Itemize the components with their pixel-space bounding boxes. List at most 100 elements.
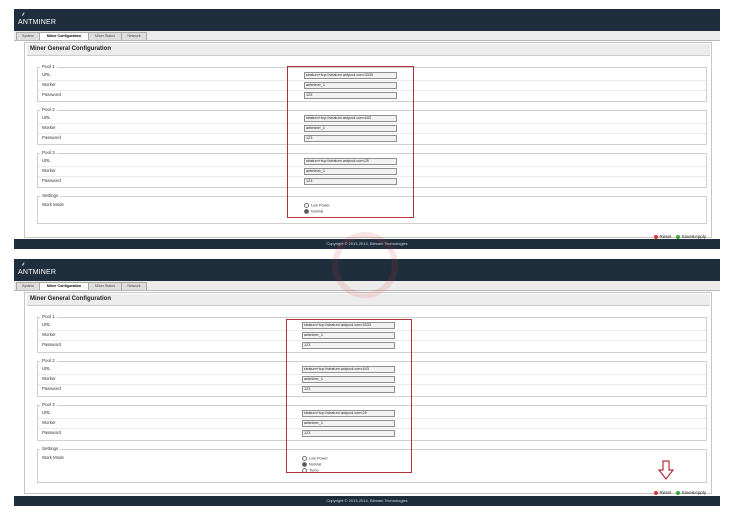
pool-1-legend: Pool 1 bbox=[40, 64, 57, 69]
radio-dot-icon bbox=[302, 462, 307, 467]
pool-1-password-row: Password 123 bbox=[38, 90, 706, 100]
header-bar: ⸙ ANTMINER bbox=[14, 259, 720, 281]
settings-legend: Settings bbox=[40, 193, 61, 198]
pool-2-legend: Pool 2 bbox=[40, 107, 57, 112]
pool-2-url-input[interactable]: stratum+tcp://stratum.antpool.com:443 bbox=[302, 366, 395, 373]
radio-dot-icon bbox=[304, 203, 309, 208]
radio-low-power[interactable]: Low Power bbox=[304, 203, 330, 208]
footer-copyright: Copyright © 2013-2014, Bitmain Technolog… bbox=[14, 496, 720, 506]
action-buttons: Reset Save&Apply bbox=[650, 490, 706, 495]
pool-3-password-input[interactable]: 123 bbox=[302, 430, 395, 437]
pool-3-worker-input[interactable]: antminer_1 bbox=[304, 168, 397, 175]
password-label: Password bbox=[42, 386, 61, 391]
radio-turbo[interactable]: Turbo bbox=[302, 468, 319, 473]
pool-1-legend: Pool 1 bbox=[40, 314, 57, 319]
screenshot-top: ⸙ ANTMINER System Miner Configuration Mi… bbox=[14, 9, 720, 249]
footer-copyright: Copyright © 2013-2014, Bitmain Technolog… bbox=[14, 239, 720, 249]
url-label: URL bbox=[42, 72, 51, 77]
radio-dot-icon bbox=[302, 456, 307, 461]
page-title: Miner General Configuration bbox=[27, 294, 710, 306]
pool-3-url-input[interactable]: stratum+tcp://stratum.antpool.com:25 bbox=[302, 410, 395, 417]
worker-label: Worker bbox=[42, 332, 56, 337]
password-label: Password bbox=[42, 178, 61, 183]
radio-normal[interactable]: Normal bbox=[302, 462, 321, 467]
pool-3-fieldset: Pool 3 URL stratum+tcp://stratum.antpool… bbox=[37, 150, 707, 188]
page-title: Miner General Configuration bbox=[27, 44, 710, 56]
tab-system[interactable]: System bbox=[16, 32, 40, 40]
worker-label: Worker bbox=[42, 125, 56, 130]
logo-text: ANTMINER bbox=[18, 269, 57, 276]
settings-legend: Settings bbox=[40, 446, 61, 451]
pool-1-fieldset: Pool 1 URL stratum+tcp://stratum.antpool… bbox=[37, 64, 707, 102]
url-label: URL bbox=[42, 410, 51, 415]
save-icon bbox=[676, 490, 681, 495]
pool-3-legend: Pool 3 bbox=[40, 150, 57, 155]
logo-text: ANTMINER bbox=[18, 19, 57, 26]
tab-network[interactable]: Network bbox=[121, 32, 147, 40]
pool-2-password-input[interactable]: 123 bbox=[304, 135, 397, 142]
tab-miner-configuration[interactable]: Miner Configuration bbox=[39, 32, 89, 40]
save-apply-button[interactable]: Save&Apply bbox=[676, 490, 706, 495]
reset-icon bbox=[654, 490, 659, 495]
url-label: URL bbox=[42, 366, 51, 371]
work-mode-label: Work Mode bbox=[42, 202, 64, 207]
down-arrow-icon bbox=[658, 460, 674, 480]
url-label: URL bbox=[42, 158, 51, 163]
radio-low-power[interactable]: Low Power bbox=[302, 456, 328, 461]
password-label: Password bbox=[42, 430, 61, 435]
header-bar: ⸙ ANTMINER bbox=[14, 9, 720, 31]
config-panel: Miner General Configuration Pool 1 URL s… bbox=[24, 292, 712, 494]
logo-ant-icon: ⸙ bbox=[21, 12, 26, 18]
pool-2-worker-input[interactable]: antminer_1 bbox=[304, 125, 397, 132]
pool-2-fieldset: Pool 2 URL stratum+tcp://stratum.antpool… bbox=[37, 358, 707, 397]
url-label: URL bbox=[42, 115, 51, 120]
pool-2-password-row: Password 123 bbox=[38, 384, 706, 394]
worker-label: Worker bbox=[42, 376, 56, 381]
tab-miner-status[interactable]: Miner Status bbox=[88, 32, 122, 40]
pool-1-url-input[interactable]: stratum+tcp://stratum.antpool.com:3333 bbox=[302, 322, 395, 329]
tab-miner-status[interactable]: Miner Status bbox=[88, 282, 122, 290]
antminer-logo: ⸙ ANTMINER bbox=[18, 262, 56, 276]
pool-2-password-row: Password 123 bbox=[38, 133, 706, 143]
radio-dot-icon bbox=[302, 468, 307, 473]
password-label: Password bbox=[42, 135, 61, 140]
pool-2-worker-input[interactable]: antminer_1 bbox=[302, 376, 395, 383]
pool-1-password-row: Password 123 bbox=[38, 340, 706, 350]
pool-3-legend: Pool 3 bbox=[40, 402, 57, 407]
tab-bar: System Miner Configuration Miner Status … bbox=[14, 31, 720, 41]
tab-system[interactable]: System bbox=[16, 282, 40, 290]
config-panel: Miner General Configuration Pool 1 URL s… bbox=[24, 42, 712, 238]
pool-1-worker-input[interactable]: antminer_1 bbox=[302, 332, 395, 339]
password-label: Password bbox=[42, 342, 61, 347]
pool-1-worker-input[interactable]: antminer_1 bbox=[304, 82, 397, 89]
pool-3-url-input[interactable]: stratum+tcp://stratum.antpool.com:25 bbox=[304, 158, 397, 165]
radio-normal[interactable]: Normal bbox=[304, 209, 323, 214]
pool-1-password-input[interactable]: 123 bbox=[302, 342, 395, 349]
worker-label: Worker bbox=[42, 82, 56, 87]
tab-miner-configuration[interactable]: Miner Configuration bbox=[39, 282, 89, 290]
pool-1-password-input[interactable]: 123 bbox=[304, 92, 397, 99]
tab-bar: System Miner Configuration Miner Status … bbox=[14, 281, 720, 291]
settings-fieldset: Settings Work Mode Low Power Normal bbox=[37, 193, 707, 224]
url-label: URL bbox=[42, 322, 51, 327]
pool-3-worker-input[interactable]: antminer_1 bbox=[302, 420, 395, 427]
tab-network[interactable]: Network bbox=[121, 282, 147, 290]
pool-3-fieldset: Pool 3 URL stratum+tcp://stratum.antpool… bbox=[37, 402, 707, 441]
worker-label: Worker bbox=[42, 420, 56, 425]
radio-dot-icon bbox=[304, 209, 309, 214]
pool-2-url-input[interactable]: stratum+tcp://stratum.antpool.com:443 bbox=[304, 115, 397, 122]
pool-3-password-input[interactable]: 123 bbox=[304, 178, 397, 185]
screenshot-bottom: ⸙ ANTMINER System Miner Configuration Mi… bbox=[14, 259, 720, 513]
antminer-logo: ⸙ ANTMINER bbox=[18, 12, 56, 26]
pool-1-url-input[interactable]: stratum+tcp://stratum.antpool.com:3333 bbox=[304, 72, 397, 79]
work-mode-label: Work Mode bbox=[42, 455, 64, 460]
worker-label: Worker bbox=[42, 168, 56, 173]
reset-button[interactable]: Reset bbox=[654, 490, 671, 495]
pool-2-fieldset: Pool 2 URL stratum+tcp://stratum.antpool… bbox=[37, 107, 707, 145]
pool-2-legend: Pool 2 bbox=[40, 358, 57, 363]
pool-3-password-row: Password 123 bbox=[38, 428, 706, 438]
password-label: Password bbox=[42, 92, 61, 97]
pool-2-password-input[interactable]: 123 bbox=[302, 386, 395, 393]
logo-ant-icon: ⸙ bbox=[21, 262, 26, 268]
pool-1-fieldset: Pool 1 URL stratum+tcp://stratum.antpool… bbox=[37, 314, 707, 353]
